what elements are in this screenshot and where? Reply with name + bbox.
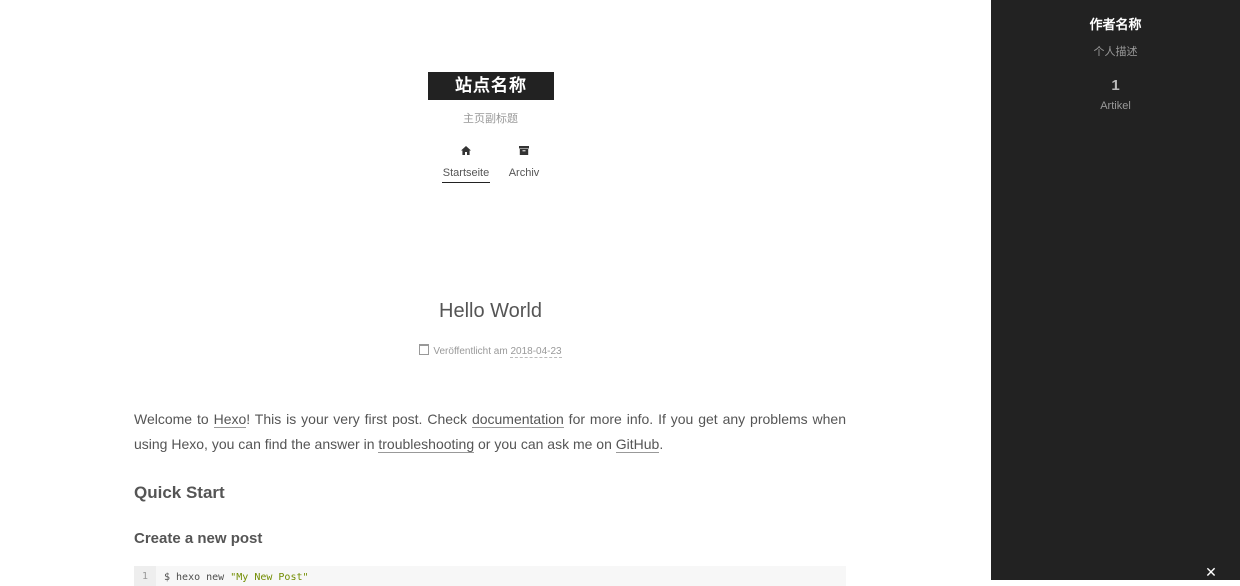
nav-item-archive[interactable]: Archiv <box>504 146 544 182</box>
post-meta: Veröffentlicht am 2018-04-23 <box>0 344 981 358</box>
posts-count[interactable]: 1 <box>991 77 1240 94</box>
nav-label-archive: Archiv <box>508 167 540 179</box>
code-block: 1 $ hexo new "My New Post" <box>134 566 846 586</box>
nav-item-home[interactable]: Startseite <box>442 146 490 183</box>
github-link[interactable]: GitHub <box>615 436 660 453</box>
nav-label-home: Startseite <box>442 167 490 183</box>
heading-quick-start: Quick Start <box>134 483 225 502</box>
post-body: Welcome to Hexo! This is your very first… <box>134 407 846 457</box>
intro-paragraph: Welcome to Hexo! This is your very first… <box>134 407 846 457</box>
archive-icon <box>504 146 544 160</box>
published-label: Veröffentlicht am <box>433 346 508 357</box>
author-name: 作者名称 <box>1089 17 1142 32</box>
archive-icon-svg <box>519 146 529 155</box>
main-nav: Startseite Archiv <box>436 146 556 190</box>
site-subtitle: 主页副标题 <box>463 113 518 125</box>
heading-create-post: Create a new post <box>134 530 263 547</box>
intro-text-5: . <box>659 436 664 452</box>
post-date: 2018-04-23 <box>510 346 562 358</box>
intro-text-2: ! This is your very first post. Check <box>246 411 472 427</box>
troubleshooting-link[interactable]: troubleshooting <box>378 436 475 453</box>
posts-label[interactable]: Artikel <box>991 100 1240 112</box>
intro-text-1: Welcome to <box>134 411 214 427</box>
site-name[interactable]: 站点名称 <box>428 72 554 100</box>
code-argument: "My New Post" <box>230 572 309 583</box>
author-description: 个人描述 <box>1093 46 1138 58</box>
documentation-link[interactable]: documentation <box>471 411 564 428</box>
close-icon[interactable]: ✕ <box>1202 563 1220 581</box>
post-title[interactable]: Hello World <box>0 300 981 323</box>
hexo-link[interactable]: Hexo <box>213 411 247 428</box>
code-command: $ hexo new <box>164 572 231 583</box>
main-content: 站点名称 主页副标题 Startseite Archiv Hello World <box>0 0 991 586</box>
code-line: $ hexo new "My New Post" <box>164 572 309 583</box>
code-line-number: 1 <box>134 566 156 586</box>
home-icon <box>442 146 490 160</box>
calendar-icon <box>419 344 430 355</box>
sidebar: 作者名称 个人描述 1 Artikel <box>991 0 1240 580</box>
intro-text-4: or you can ask me on <box>474 436 616 452</box>
home-icon-svg <box>461 146 471 155</box>
